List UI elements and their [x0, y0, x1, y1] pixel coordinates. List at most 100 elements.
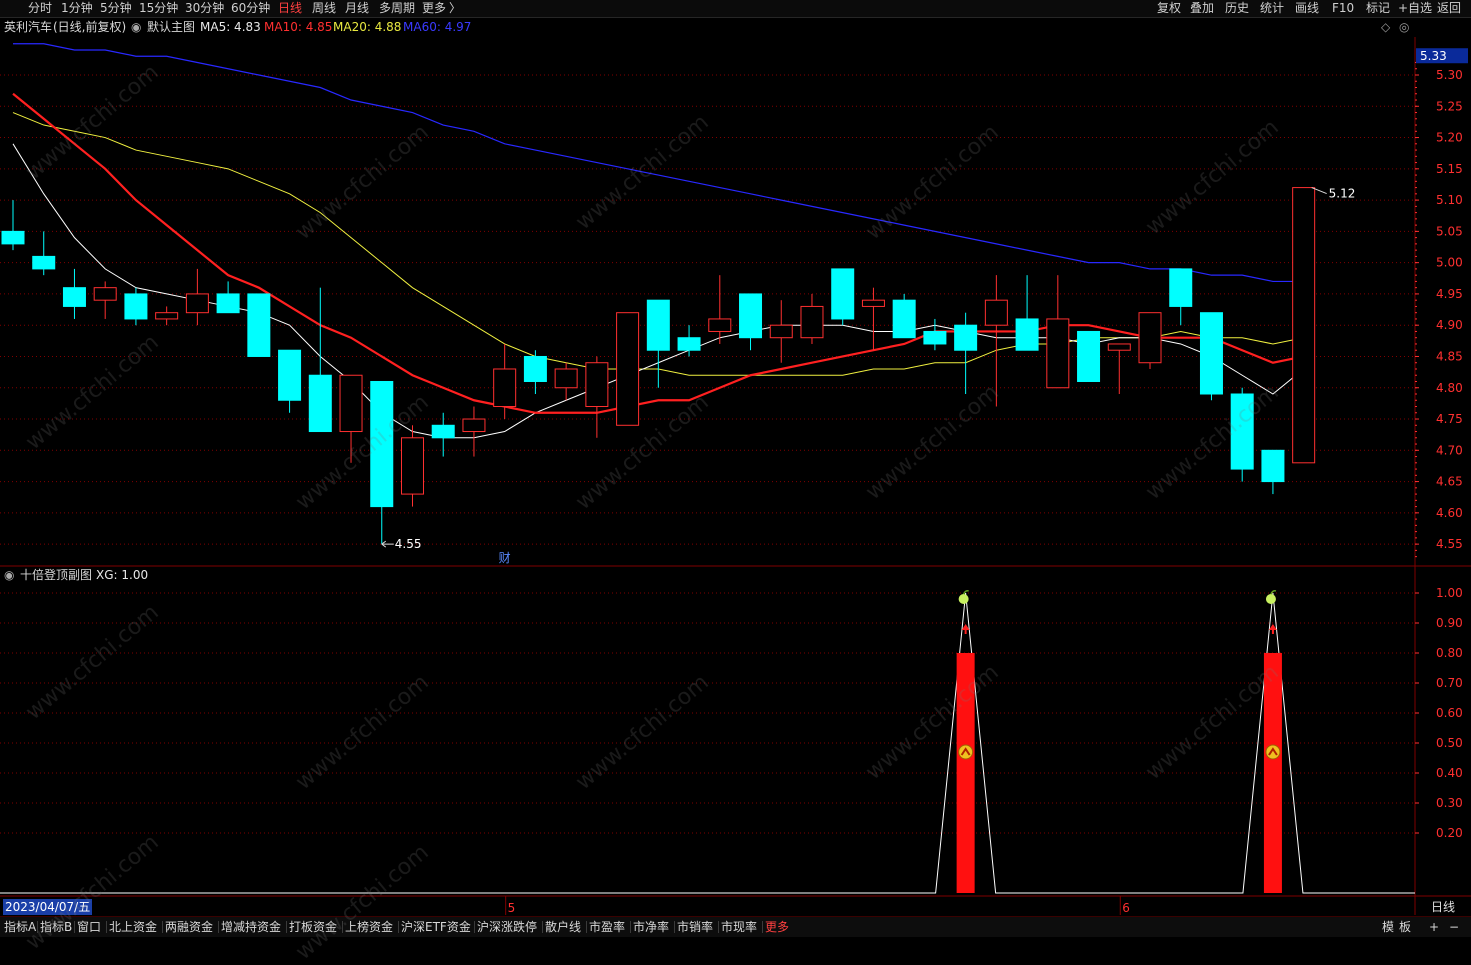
price-tick-label: 5.15 [1436, 162, 1463, 176]
candle-body [278, 349, 302, 401]
ma60-legend: MA60: 4.97 [403, 20, 472, 34]
template-toggle-icon[interactable]: ◉ [131, 18, 141, 36]
chart-canvas[interactable]: 5.30 5.25 5.20 5.15 5.10 5.05 5.00 4.95 4.90 4.85… [0, 0, 1471, 936]
candle-body [585, 362, 609, 408]
candle-body [984, 299, 1008, 326]
price-tick-label: 5.25 [1436, 99, 1463, 113]
tab-7[interactable]: 上榜资金 [345, 918, 393, 936]
candle-body [769, 324, 793, 339]
price-tick-label: 4.70 [1436, 443, 1463, 457]
price-tick-label: 5.00 [1436, 256, 1463, 270]
candle-body [923, 330, 947, 345]
btn-overlay[interactable]: 叠加 [1190, 0, 1214, 17]
candle-body [308, 374, 332, 433]
bottom-right-control-2[interactable]: + [1429, 918, 1439, 936]
up-badge-icon [958, 744, 974, 760]
candle-body [646, 299, 670, 351]
tab-separator [37, 921, 38, 933]
tab-13[interactable]: 市销率 [677, 918, 713, 936]
bottom-right-control-1[interactable]: 板 [1399, 918, 1411, 936]
diamond-icon[interactable]: ◇ [1381, 18, 1390, 36]
sub-chart-title[interactable]: 十倍登顶副图 [20, 566, 92, 584]
tab-1[interactable]: 指标B [40, 918, 72, 936]
tab-0[interactable]: 指标A [4, 918, 36, 936]
candle-body [124, 293, 148, 320]
bottom-right-control-0[interactable]: 模 [1382, 918, 1394, 936]
tf-more[interactable]: 更多 [422, 0, 446, 17]
price-tick-label: 5.20 [1436, 131, 1463, 145]
tab-separator [630, 921, 631, 933]
tab-10[interactable]: 散户线 [545, 918, 581, 936]
template-name[interactable]: 默认主图 [147, 18, 195, 36]
tab-12[interactable]: 市净率 [633, 918, 669, 936]
apple-icon [1265, 594, 1276, 604]
price-tick-label: 5.10 [1436, 193, 1463, 207]
btn-history[interactable]: 历史 [1225, 0, 1249, 17]
sub-tick-label: 0.90 [1436, 616, 1463, 630]
sub-tick-label: 0.30 [1436, 796, 1463, 810]
candle [1292, 187, 1316, 464]
tf-monthly[interactable]: 月线 [345, 0, 369, 17]
candle-body [462, 418, 486, 433]
sub-tick-label: 0.40 [1436, 766, 1463, 780]
tab-3[interactable]: 北上资金 [109, 918, 157, 936]
candle [585, 356, 609, 438]
price-tick-label: 4.55 [1436, 537, 1463, 551]
btn-add-watch[interactable]: +自选 [1398, 0, 1432, 17]
btn-stats[interactable]: 统计 [1260, 0, 1284, 17]
apple-icon [958, 594, 969, 604]
ma60-line [13, 43, 1304, 283]
tf-60min[interactable]: 60分钟 [231, 0, 270, 17]
candle [62, 268, 86, 319]
tf-15min[interactable]: 15分钟 [139, 0, 178, 17]
ma5-legend: MA5: 4.83 [200, 20, 261, 34]
btn-back[interactable]: 返回 [1437, 0, 1461, 17]
tab-4[interactable]: 两融资金 [165, 918, 213, 936]
tf-fenshi[interactable]: 分时 [28, 0, 52, 17]
month-label: 5 [508, 901, 516, 915]
sub-tick-label: 0.80 [1436, 646, 1463, 660]
tab-separator [162, 921, 163, 933]
tab-2[interactable]: 窗口 [77, 918, 101, 936]
candle [1138, 312, 1162, 369]
tab-6[interactable]: 打板资金 [289, 918, 337, 936]
candle [831, 268, 855, 326]
sub-tick-label: 1.00 [1436, 586, 1463, 600]
btn-fuquan[interactable]: 复权 [1157, 0, 1181, 17]
tf-5min[interactable]: 5分钟 [100, 0, 132, 17]
tab-5[interactable]: 增减持资金 [221, 918, 281, 936]
tf-weekly[interactable]: 周线 [312, 0, 336, 17]
sub-toggle-icon[interactable]: ◉ [4, 566, 14, 584]
candle-body [62, 287, 86, 307]
tab-9[interactable]: 沪深涨跌停 [477, 918, 537, 936]
btn-mark[interactable]: 标记 [1366, 0, 1390, 17]
tf-1min[interactable]: 1分钟 [61, 0, 93, 17]
candle-body [523, 355, 547, 382]
candle [185, 268, 209, 326]
main-chart-legend: 英利汽车 (日线,前复权) ◉ 默认主图 MA5: 4.83 MA10: 4.8… [0, 18, 1409, 36]
candle-body [155, 312, 179, 320]
candle [954, 312, 978, 395]
month-label: 6 [1122, 901, 1130, 915]
btn-f10[interactable]: F10 [1332, 0, 1354, 17]
options-icon[interactable]: ◎ [1399, 18, 1409, 36]
tab-11[interactable]: 市盈率 [589, 918, 625, 936]
ma10-legend: MA10: 4.85 [264, 20, 333, 34]
tab-8[interactable]: 沪深ETF资金 [401, 918, 471, 936]
candle-body [1077, 330, 1101, 382]
tf-30min[interactable]: 30分钟 [185, 0, 224, 17]
candle-body [431, 424, 455, 439]
bottom-right-control-3[interactable]: − [1449, 918, 1459, 936]
price-tick-label: 5.30 [1436, 68, 1463, 82]
tab-14[interactable]: 市现率 [721, 918, 757, 936]
tf-multi[interactable]: 多周期 [379, 0, 415, 17]
candle [93, 281, 117, 319]
tf-daily[interactable]: 日线 [278, 0, 302, 17]
toolbar: 分时 1分钟 5分钟 15分钟 30分钟 60分钟 日线 周线 月线 多周期 更… [0, 0, 1471, 18]
price-tick-label: 4.95 [1436, 287, 1463, 301]
candle-body [831, 268, 855, 320]
tab-15[interactable]: 更多 [765, 918, 789, 936]
btn-draw[interactable]: 画线 [1295, 0, 1319, 17]
candle [708, 275, 732, 344]
candle-body [892, 299, 916, 339]
